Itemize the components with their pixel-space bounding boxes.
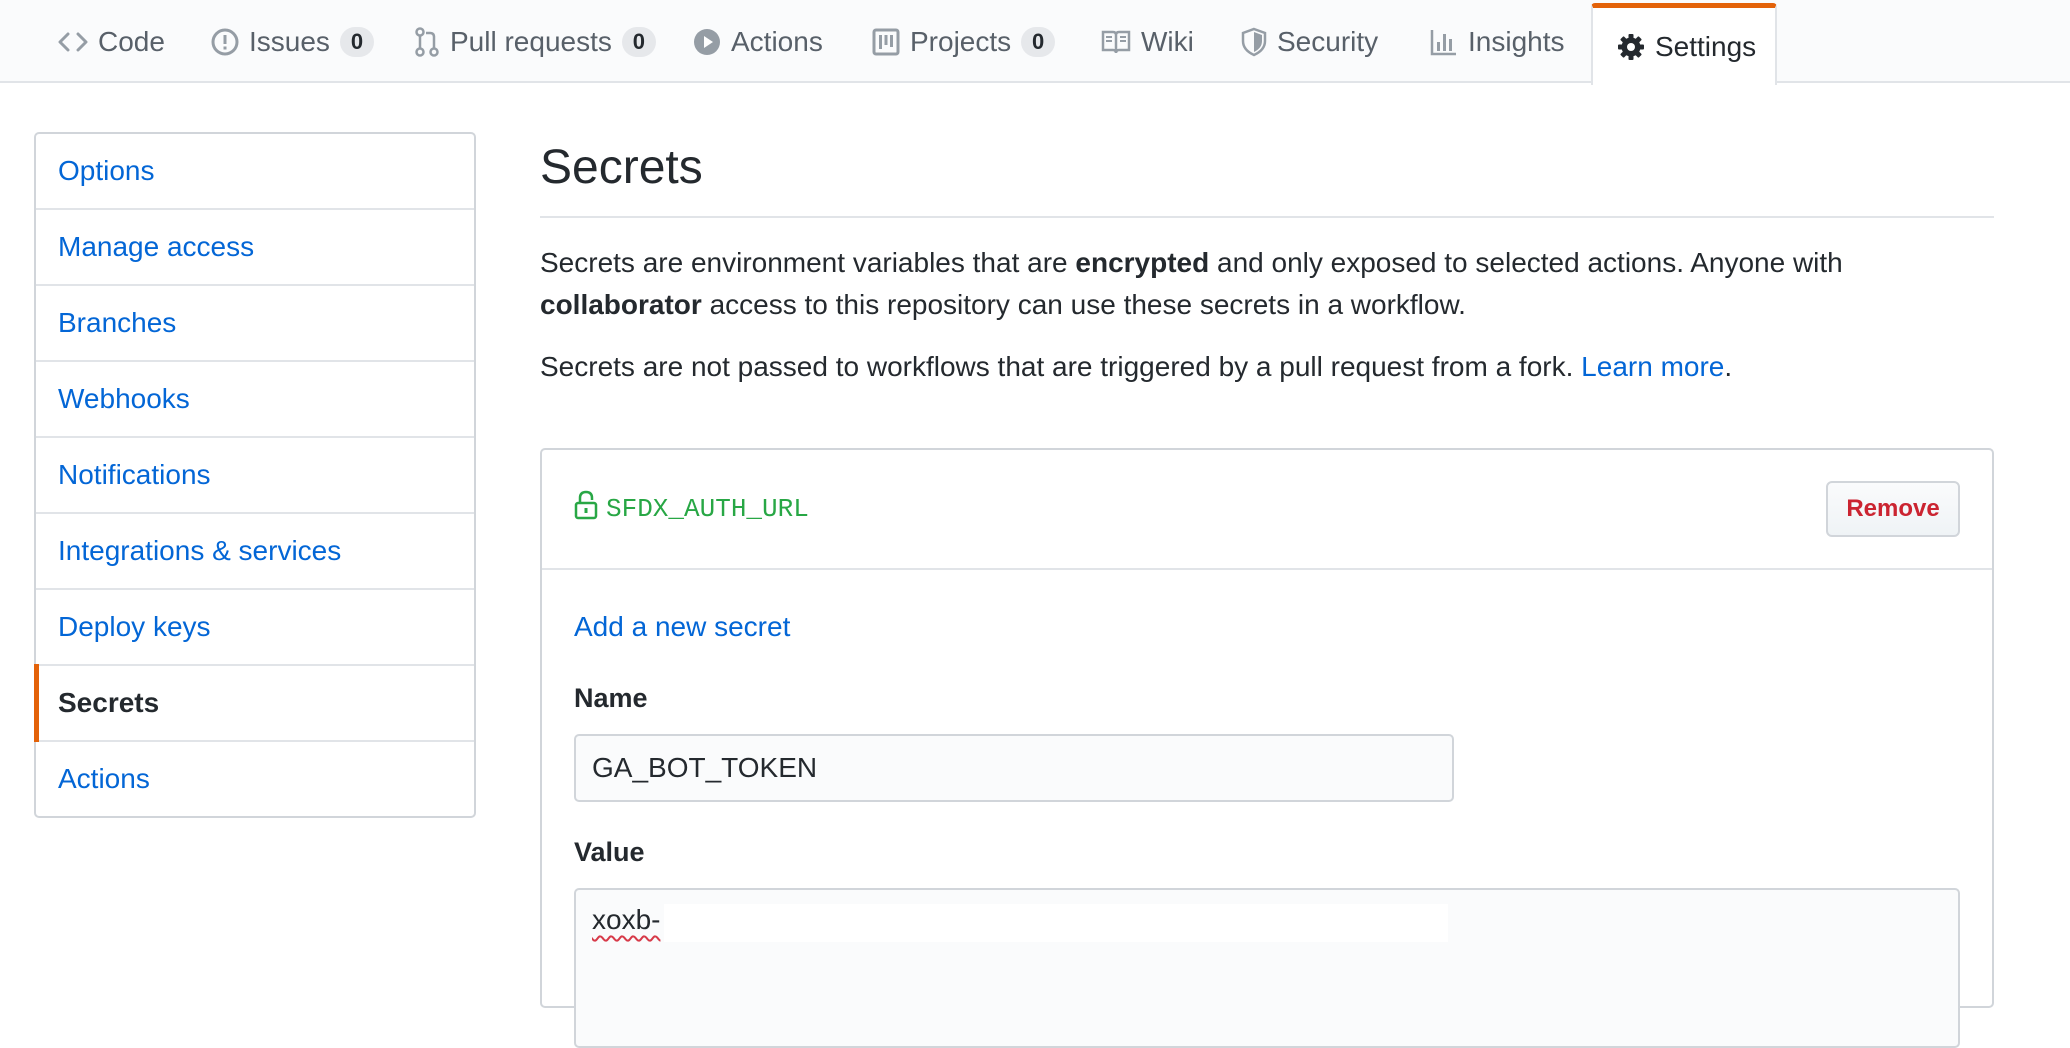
- name-label: Name: [574, 683, 648, 713]
- redacted-value: [664, 904, 1448, 942]
- graph-icon: [1430, 28, 1458, 56]
- tab-insights[interactable]: Insights: [1430, 0, 1565, 83]
- sidebar-item-options[interactable]: Options: [36, 134, 474, 210]
- projects-count-badge: 0: [1021, 26, 1056, 57]
- page-title: Secrets: [540, 132, 1994, 218]
- pull-request-icon: [414, 26, 440, 57]
- remove-secret-button[interactable]: Remove: [1826, 481, 1960, 537]
- secret-name-input[interactable]: [574, 734, 1454, 802]
- desc-text: and only exposed to selected actions. An…: [1209, 247, 1843, 278]
- tab-label: Settings: [1655, 30, 1757, 62]
- fork-notice: Secrets are not passed to workflows that…: [540, 346, 1994, 388]
- tab-projects[interactable]: Projects 0: [872, 0, 1056, 83]
- fork-notice-text: Secrets are not passed to workflows that…: [540, 351, 1582, 382]
- tab-code[interactable]: Code: [58, 0, 165, 83]
- tab-label: Code: [98, 25, 165, 57]
- tab-security[interactable]: Security: [1241, 0, 1378, 83]
- sidebar-item-branches[interactable]: Branches: [36, 286, 474, 362]
- sidebar-item-manage-access[interactable]: Manage access: [36, 210, 474, 286]
- sidebar-item-actions[interactable]: Actions: [36, 742, 474, 816]
- book-icon: [1101, 29, 1131, 55]
- tab-label: Pull requests: [450, 25, 612, 57]
- desc-text: Secrets are environment variables that a…: [540, 247, 1076, 278]
- sidebar-item-integrations[interactable]: Integrations & services: [36, 514, 474, 590]
- lock-icon: [574, 490, 598, 528]
- sidebar-item-webhooks[interactable]: Webhooks: [36, 362, 474, 438]
- repo-nav-tabs: Code Issues 0 Pull requests 0 Actions Pr…: [0, 0, 2070, 85]
- sidebar-item-deploy-keys[interactable]: Deploy keys: [36, 590, 474, 666]
- secrets-box: SFDX_AUTH_URL Remove Add a new secret Na…: [540, 448, 1994, 1048]
- issue-icon: [211, 28, 239, 56]
- secrets-description: Secrets are environment variables that a…: [540, 242, 1994, 326]
- tab-label: Projects: [910, 25, 1012, 57]
- tab-issues[interactable]: Issues 0: [211, 0, 374, 83]
- shield-icon: [1241, 27, 1267, 57]
- tab-label: Wiki: [1141, 25, 1194, 57]
- desc-bold-encrypted: encrypted: [1075, 247, 1210, 278]
- add-new-secret-link[interactable]: Add a new secret: [574, 606, 1960, 648]
- learn-more-link[interactable]: Learn more: [1581, 351, 1724, 382]
- play-icon: [693, 28, 721, 56]
- period: .: [1724, 351, 1733, 382]
- value-label: Value: [574, 837, 645, 867]
- pull-requests-count-badge: 0: [621, 26, 656, 57]
- tab-settings[interactable]: Settings: [1591, 3, 1777, 85]
- tab-label: Issues: [249, 25, 330, 57]
- tab-label: Insights: [1468, 25, 1565, 57]
- gear-icon: [1617, 33, 1645, 61]
- secret-name-text: SFDX_AUTH_URL: [606, 494, 809, 524]
- tab-actions[interactable]: Actions: [693, 0, 823, 83]
- desc-text: access to this repository can use these …: [701, 289, 1466, 320]
- sidebar-item-secrets[interactable]: Secrets: [34, 664, 474, 742]
- tab-wiki[interactable]: Wiki: [1101, 0, 1194, 83]
- secret-name: SFDX_AUTH_URL: [574, 490, 809, 528]
- secret-value-textarea[interactable]: xoxb-: [574, 888, 1960, 1048]
- sidebar-item-notifications[interactable]: Notifications: [36, 438, 474, 514]
- tab-label: Security: [1277, 25, 1379, 57]
- desc-bold-collaborator: collaborator: [540, 289, 702, 320]
- issues-count-badge: 0: [339, 26, 374, 57]
- settings-sidebar: Options Manage access Branches Webhooks …: [34, 132, 476, 818]
- tab-pull-requests[interactable]: Pull requests 0: [414, 0, 656, 83]
- secrets-panel: Secrets Secrets are environment variable…: [540, 132, 1994, 1048]
- tab-label: Actions: [731, 25, 823, 57]
- new-secret-form: Add a new secret Name Value xoxb-: [542, 606, 1992, 1048]
- project-icon: [872, 28, 900, 56]
- code-icon: [58, 30, 88, 54]
- secret-row: SFDX_AUTH_URL Remove: [542, 450, 1992, 570]
- secret-value-text: xoxb-: [592, 904, 661, 935]
